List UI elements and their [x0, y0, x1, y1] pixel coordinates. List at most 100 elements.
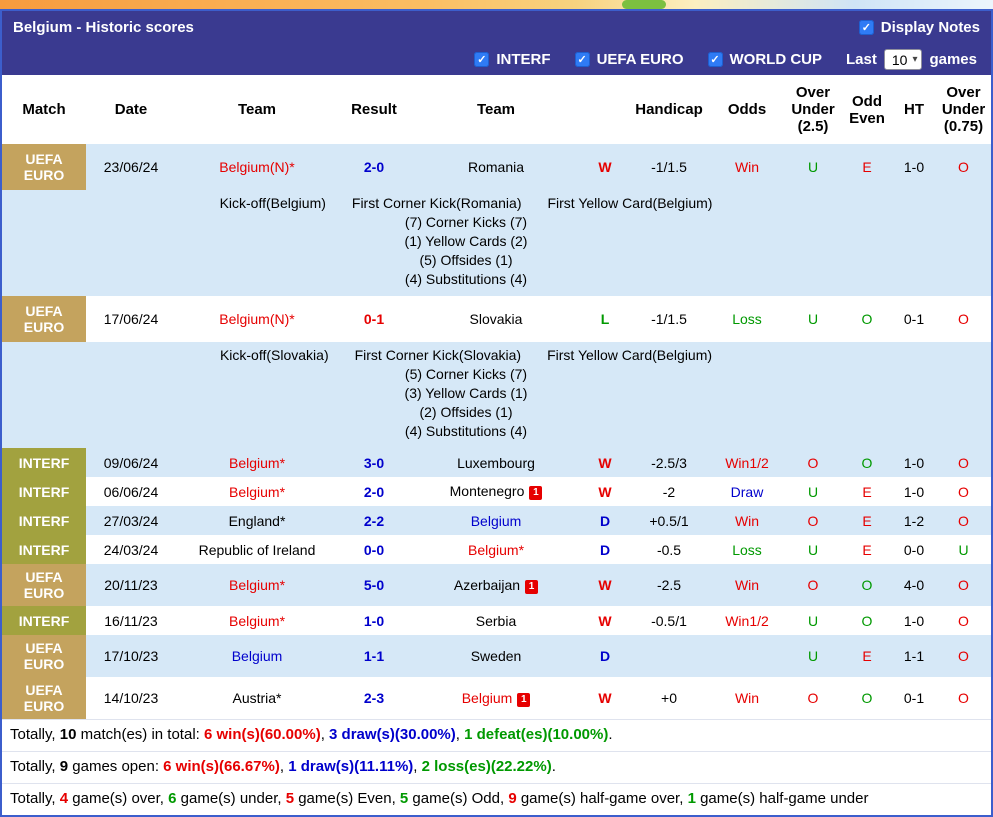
over-under-075-cell: O — [958, 690, 969, 706]
competition-cell: INTERF — [2, 506, 86, 535]
away-team-name: Belgium — [461, 689, 513, 706]
last-games-group: Last 10 ▾ games — [846, 49, 977, 70]
ht-cell: 1-0 — [903, 159, 925, 175]
odds-cell: Win1/2 — [725, 454, 769, 471]
summary-segment: match(es) in total: — [76, 726, 204, 743]
over-under-075-cell: O — [958, 159, 969, 175]
away-team: Slovakia — [469, 311, 523, 327]
ht-cell: 1-0 — [903, 454, 925, 471]
first-yellow-note: First Yellow Card(Belgium) — [547, 347, 713, 363]
note-stat-line: (5) Corner Kicks (7) — [404, 366, 528, 382]
handicap-cell: -2 — [662, 483, 676, 500]
summary-segment: , — [320, 726, 330, 743]
result-cell: 1-1 — [363, 648, 385, 664]
away-team: Belgium 1 — [410, 677, 582, 719]
odd-even-cell: O — [861, 577, 873, 593]
summary-segment: game(s) Odd, — [408, 790, 509, 807]
over-under-075-cell: O — [958, 648, 969, 664]
match-notes: Kick-off(Slovakia) First Corner Kick(Slo… — [86, 342, 991, 448]
title-bar: Belgium - Historic scores ✓ Display Note… — [2, 11, 991, 44]
odd-even-cell: O — [861, 454, 873, 471]
kickoff-note: Kick-off(Slovakia) — [219, 347, 329, 363]
handicap-cell: -1/1.5 — [651, 311, 687, 327]
summary-segment: 3 draw(s)(30.00%) — [329, 726, 456, 743]
notes-spacer-cell — [2, 190, 86, 296]
col-header-date: Date — [86, 75, 176, 144]
handicap-cell: -0.5 — [656, 541, 682, 558]
competition-cell: INTERF — [2, 448, 86, 477]
note-stat-line: (4) Substitutions (4) — [404, 423, 528, 439]
match-date: 06/06/24 — [103, 483, 159, 500]
summary-segment: 6 win(s)(66.67%) — [163, 758, 280, 775]
notes-spacer-cell — [2, 342, 86, 448]
col-header-team2: Team — [410, 75, 582, 144]
over-under-075-cell: O — [958, 512, 969, 529]
over-under-075-cell: O — [958, 311, 969, 327]
match-row: UEFA EURO 17/06/24 Belgium(N)* 0-1 Slova… — [2, 296, 991, 342]
result-cell: 5-0 — [363, 577, 385, 593]
summary-segment: 5 — [399, 790, 409, 807]
match-row: INTERF 09/06/24 Belgium* 3-0 Luxembourg … — [2, 448, 991, 477]
ht-cell: 1-1 — [903, 648, 925, 664]
interf-checkbox[interactable]: ✓ — [474, 52, 490, 67]
odds-cell — [710, 635, 784, 677]
odds-cell: Draw — [730, 483, 764, 500]
summary-segment: games open: — [68, 758, 164, 775]
handicap-cell: +0 — [661, 690, 677, 706]
match-date: 27/03/24 — [103, 512, 159, 529]
ht-cell: 4-0 — [903, 577, 925, 593]
col-header-over-under-075: Over Under (0.75) — [936, 75, 991, 144]
competition-cell: INTERF — [2, 477, 86, 506]
match-notes-row: Kick-off(Slovakia) First Corner Kick(Slo… — [2, 342, 991, 448]
summary-segment: game(s) over, — [68, 790, 169, 807]
col-header-ht: HT — [892, 75, 936, 144]
summary-segment: 1 — [687, 790, 696, 807]
uefa-euro-checkbox[interactable]: ✓ — [574, 52, 590, 67]
competition-cell: UEFA EURO — [2, 677, 86, 719]
away-team: Montenegro 1 — [410, 477, 582, 506]
note-stat-line: (4) Substitutions (4) — [404, 271, 528, 287]
home-team: Belgium(N)* — [219, 159, 295, 175]
red-card-icon: 1 — [529, 486, 543, 500]
home-team: Republic of Ireland — [198, 541, 316, 558]
over-under-075-cell: O — [958, 577, 969, 593]
handicap-result-letter: W — [598, 454, 612, 471]
over-under-cell: U — [807, 311, 819, 327]
kickoff-line: Kick-off(Slovakia) First Corner Kick(Slo… — [86, 346, 846, 365]
match-date: 16/11/23 — [104, 612, 158, 629]
summary-line-open: Totally, 9 games open: 6 win(s)(66.67%),… — [2, 751, 991, 783]
summary-segment: . — [608, 726, 613, 743]
home-team: England* — [228, 512, 286, 529]
home-team: Belgium* — [228, 577, 286, 593]
last-games-select[interactable]: 10 ▾ — [883, 49, 923, 70]
odd-even-cell: O — [861, 311, 873, 327]
handicap-cell: -2.5/3 — [651, 454, 687, 471]
odd-even-cell: E — [862, 159, 872, 175]
odds-cell: Win — [734, 512, 760, 529]
summary-segment: 9 — [59, 758, 69, 775]
home-team: Belgium* — [228, 612, 286, 629]
summary-segment: game(s) half-game over, — [516, 790, 688, 807]
chevron-down-icon: ▾ — [912, 54, 918, 65]
away-team: Sweden — [470, 648, 522, 664]
filter-group-interf: ✓ INTERF — [474, 51, 551, 68]
handicap-cell — [628, 635, 710, 677]
display-notes-checkbox[interactable]: ✓ — [858, 20, 874, 35]
odds-cell: Win — [734, 159, 760, 175]
summary-segment: game(s) Even, — [294, 790, 400, 807]
world-cup-checkbox[interactable]: ✓ — [707, 52, 723, 67]
match-date: 17/06/24 — [103, 311, 159, 327]
red-card-icon: 1 — [525, 579, 539, 594]
match-row: INTERF 06/06/24 Belgium* 2-0 Montenegro 1… — [2, 477, 991, 506]
summary-segment: 1 defeat(es)(10.00%) — [464, 726, 609, 743]
away-team: Luxembourg — [457, 454, 535, 471]
display-notes-group: ✓ Display Notes — [858, 19, 980, 36]
summary-segment: Totally, — [10, 790, 60, 807]
ht-cell: 1-2 — [903, 512, 925, 529]
match-notes: Kick-off(Belgium) First Corner Kick(Roma… — [86, 190, 991, 296]
competition-cell: UEFA EURO — [2, 296, 86, 342]
summary-segment: , — [279, 758, 289, 775]
handicap-cell: +0.5/1 — [649, 512, 689, 529]
ht-cell: 1-0 — [903, 483, 925, 500]
away-team-name: Azerbaijan — [453, 576, 521, 593]
